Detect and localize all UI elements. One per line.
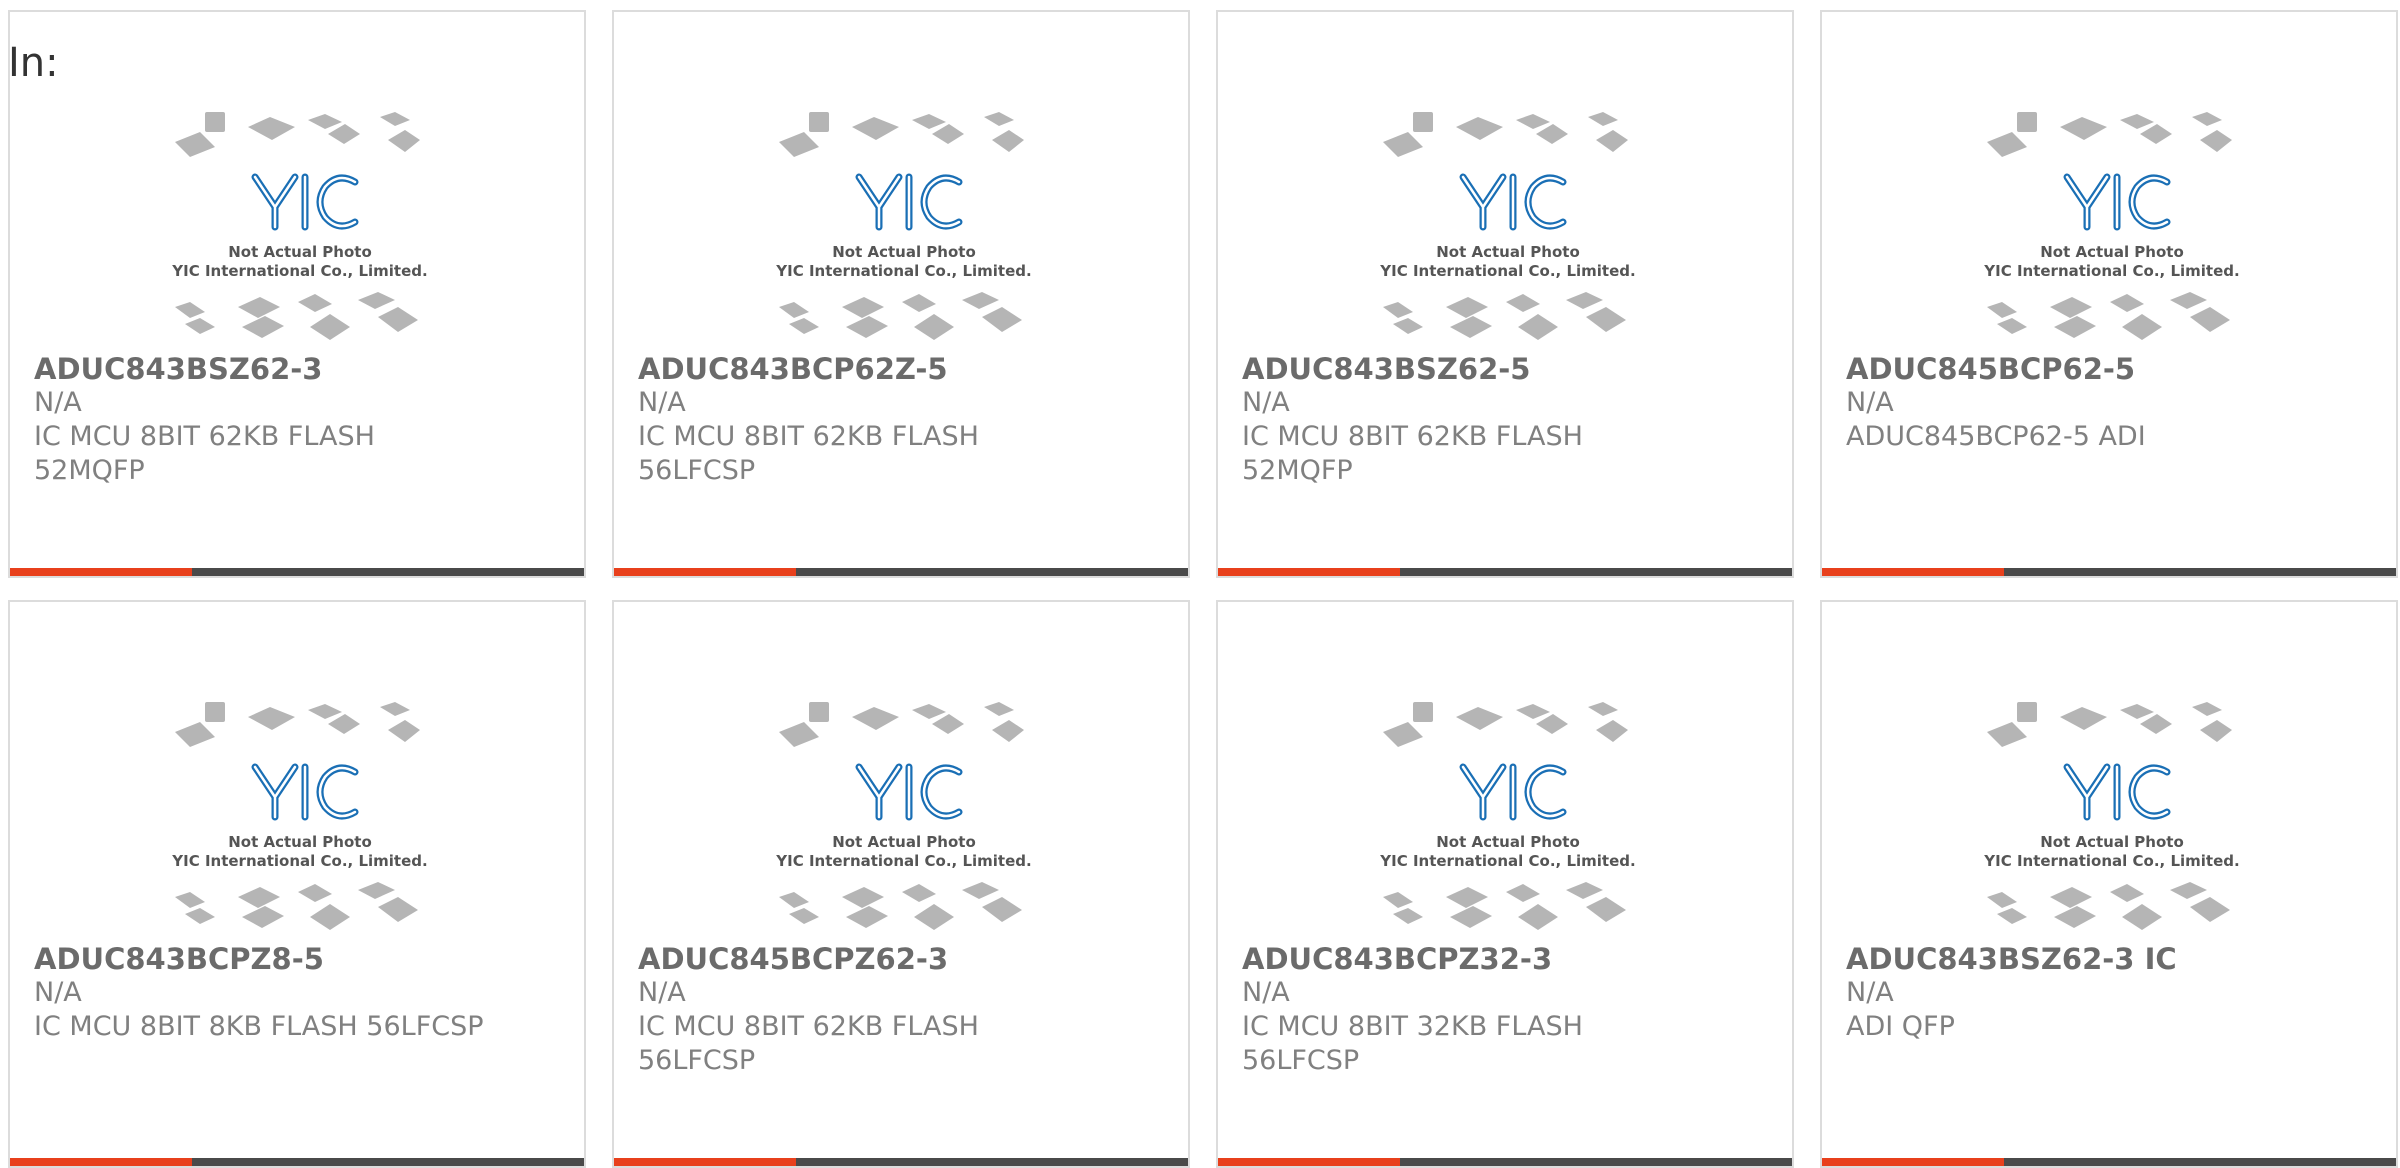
card-accent-bar — [1822, 1158, 2004, 1166]
card-accent-bar — [614, 1158, 796, 1166]
product-name[interactable]: ADUC843BSZ62-5 — [1242, 352, 1742, 386]
photo-caption-2: YIC International Co., Limited. — [171, 262, 427, 280]
photo-caption-2: YIC International Co., Limited. — [1379, 262, 1635, 280]
card-bottom-bar — [1822, 568, 2396, 576]
photo-caption-1: Not Actual Photo — [832, 833, 976, 851]
card-bottom-bar — [1218, 1158, 1792, 1166]
card-accent-bar — [10, 568, 192, 576]
placeholder-photo: Not Actual Photo YIC International Co., … — [1379, 702, 1636, 930]
placeholder-photo: Not Actual Photo YIC International Co., … — [775, 702, 1032, 930]
card-bottom-bar — [1218, 568, 1792, 576]
product-name[interactable]: ADUC845BCPZ62-3 — [638, 942, 1138, 976]
card-bottom-bar — [614, 1158, 1188, 1166]
product-card-5[interactable]: Not Actual Photo YIC International Co., … — [8, 600, 586, 1168]
product-name[interactable]: ADUC843BSZ62-3 IC — [1846, 942, 2346, 976]
product-desc-line-1: ADI QFP — [1846, 1011, 1955, 1042]
product-name[interactable]: ADUC845BCP62-5 — [1846, 352, 2346, 386]
product-desc-line-2: 56LFCSP — [638, 455, 756, 486]
photo-caption-1: Not Actual Photo — [1436, 833, 1580, 851]
product-name[interactable]: ADUC843BCP62Z-5 — [638, 352, 1138, 386]
photo-caption-2: YIC International Co., Limited. — [1983, 852, 2239, 870]
placeholder-photo: Not Actual Photo YIC International Co., … — [1379, 112, 1636, 340]
product-card-1[interactable]: Not Actual Photo YIC International Co., … — [8, 10, 586, 578]
product-name[interactable]: ADUC843BSZ62-3 — [34, 352, 534, 386]
card-bottom-bar — [614, 568, 1188, 576]
product-desc-line-1: IC MCU 8BIT 62KB FLASH — [638, 421, 979, 452]
product-desc-line-1: ADUC845BCP62-5 ADI — [1846, 421, 2146, 452]
product-stock: N/A — [34, 977, 82, 1008]
photo-caption-2: YIC International Co., Limited. — [1983, 262, 2239, 280]
photo-caption-2: YIC International Co., Limited. — [775, 262, 1031, 280]
product-desc-line-2: 52MQFP — [34, 455, 145, 486]
product-desc-line-1: IC MCU 8BIT 62KB FLASH — [1242, 421, 1583, 452]
photo-caption-1: Not Actual Photo — [228, 243, 372, 261]
product-stock: N/A — [1242, 387, 1290, 418]
product-stock: N/A — [638, 977, 686, 1008]
card-accent-bar — [1218, 568, 1400, 576]
product-desc-line-1: IC MCU 8BIT 62KB FLASH — [34, 421, 375, 452]
product-card-3[interactable]: Not Actual Photo YIC International Co., … — [1216, 10, 1794, 578]
card-bottom-bar — [10, 568, 584, 576]
product-stock: N/A — [34, 387, 82, 418]
placeholder-photo: Not Actual Photo YIC International Co., … — [171, 702, 428, 930]
card-bottom-bar — [1822, 1158, 2396, 1166]
photo-caption-1: Not Actual Photo — [1436, 243, 1580, 261]
photo-caption-1: Not Actual Photo — [228, 833, 372, 851]
in-label: In: — [8, 40, 59, 86]
photo-caption-1: Not Actual Photo — [832, 243, 976, 261]
product-desc-line-1: IC MCU 8BIT 8KB FLASH 56LFCSP — [34, 1011, 484, 1042]
photo-caption-2: YIC International Co., Limited. — [171, 852, 427, 870]
card-accent-bar — [1822, 568, 2004, 576]
photo-caption-1: Not Actual Photo — [2040, 243, 2184, 261]
placeholder-photo: Not Actual Photo YIC International Co., … — [775, 112, 1032, 340]
placeholder-photo: Not Actual Photo YIC International Co., … — [171, 112, 428, 340]
product-desc-line-1: IC MCU 8BIT 62KB FLASH — [638, 1011, 979, 1042]
card-accent-bar — [1218, 1158, 1400, 1166]
product-desc-line-1: IC MCU 8BIT 32KB FLASH — [1242, 1011, 1583, 1042]
product-desc-line-2: 56LFCSP — [1242, 1045, 1360, 1076]
product-card-7[interactable]: Not Actual Photo YIC International Co., … — [1216, 600, 1794, 1168]
photo-caption-2: YIC International Co., Limited. — [775, 852, 1031, 870]
product-name[interactable]: ADUC843BCPZ32-3 — [1242, 942, 1742, 976]
product-desc-line-2: 52MQFP — [1242, 455, 1353, 486]
product-card-2[interactable]: Not Actual Photo YIC International Co., … — [612, 10, 1190, 578]
product-name[interactable]: ADUC843BCPZ8-5 — [34, 942, 534, 976]
card-accent-bar — [10, 1158, 192, 1166]
photo-caption-1: Not Actual Photo — [2040, 833, 2184, 851]
card-accent-bar — [614, 568, 796, 576]
product-stock: N/A — [638, 387, 686, 418]
placeholder-photo: Not Actual Photo YIC International Co., … — [1983, 702, 2240, 930]
product-stock: N/A — [1846, 387, 1894, 418]
product-stock: N/A — [1242, 977, 1290, 1008]
card-bottom-bar — [10, 1158, 584, 1166]
product-stock: N/A — [1846, 977, 1894, 1008]
product-card-4[interactable]: Not Actual Photo YIC International Co., … — [1820, 10, 2398, 578]
product-card-8[interactable]: Not Actual Photo YIC International Co., … — [1820, 600, 2398, 1168]
product-desc-line-2: 56LFCSP — [638, 1045, 756, 1076]
placeholder-photo: Not Actual Photo YIC International Co., … — [1983, 112, 2240, 340]
photo-caption-2: YIC International Co., Limited. — [1379, 852, 1635, 870]
product-card-6[interactable]: Not Actual Photo YIC International Co., … — [612, 600, 1190, 1168]
